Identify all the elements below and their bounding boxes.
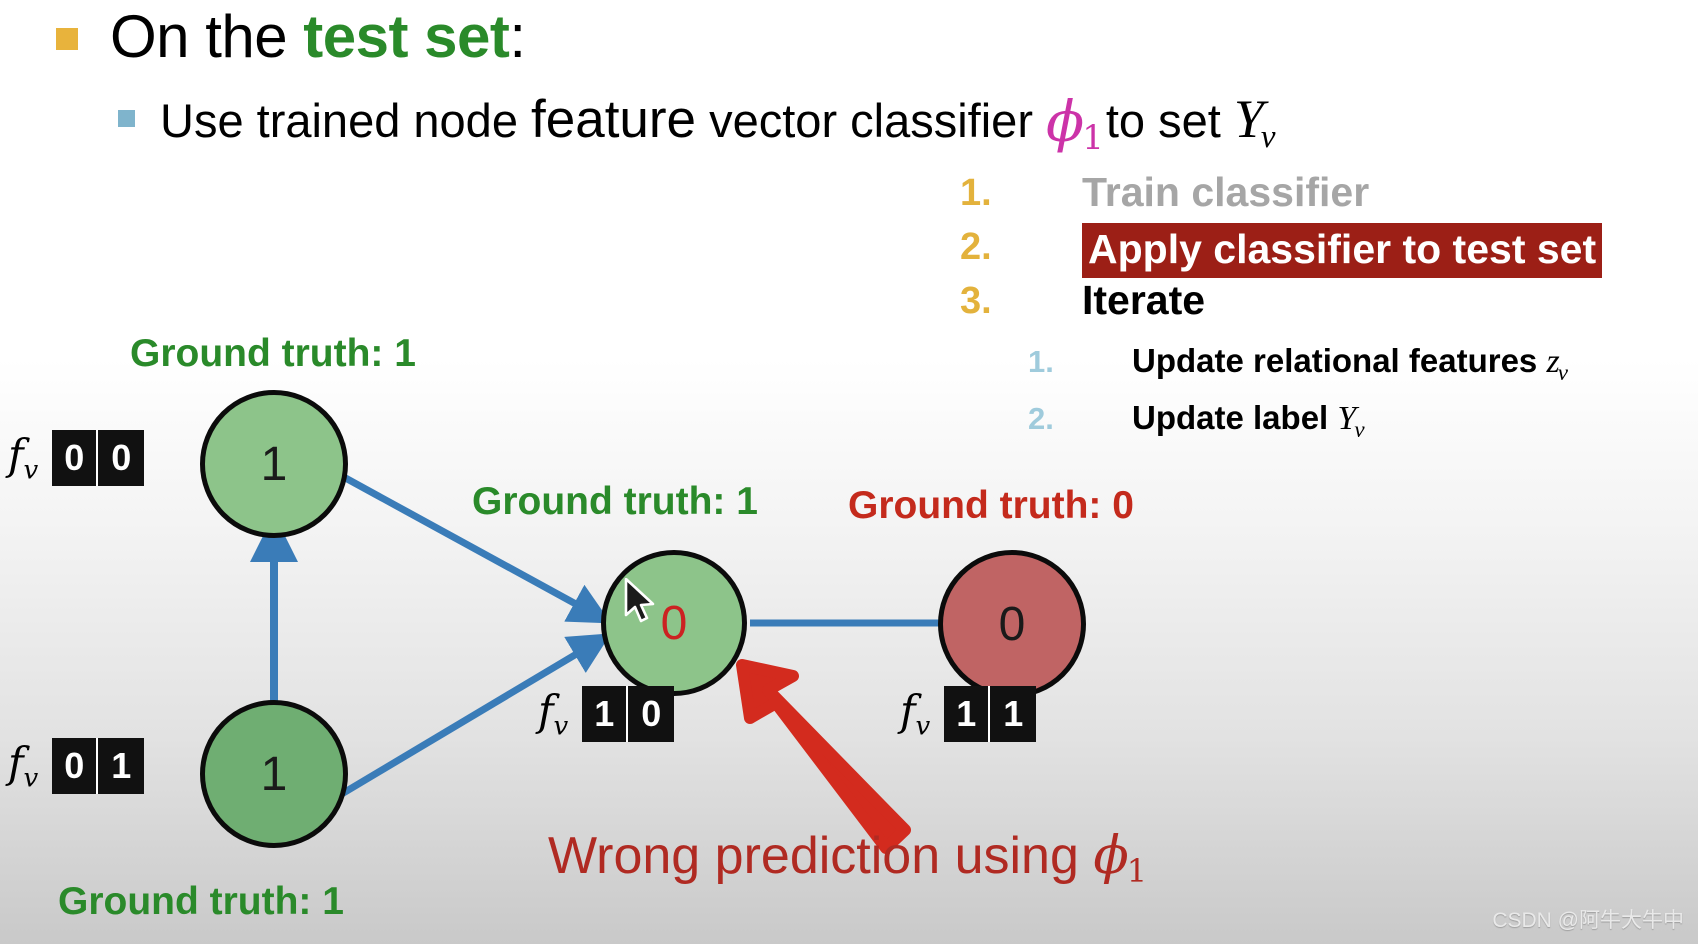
substep-text-2: Update label xyxy=(1132,399,1338,436)
substep-text-1: Update relational features xyxy=(1132,342,1547,379)
heading-prefix: On the xyxy=(110,3,304,70)
graph-node-center[interactable]: 0 xyxy=(601,550,747,696)
graph-node-center-value: 0 xyxy=(660,596,688,650)
wrong-prediction-arrow-icon xyxy=(736,659,911,854)
watermark: CSDN @阿牛大牛中 xyxy=(1492,909,1684,932)
bullet-square-level1-icon xyxy=(56,28,78,50)
graph-node-top-left[interactable]: 1 xyxy=(200,390,348,538)
step-number-1: 1. xyxy=(960,172,992,214)
substep-label-update-relational-features: Update relational features zv xyxy=(1132,342,1570,385)
ground-truth-label-center: Ground truth: 1 xyxy=(472,480,758,523)
step-item-3: 3. Iterate xyxy=(960,277,1698,334)
subtitle-part1: Use trained node xyxy=(160,94,532,147)
feature-cell: 1 xyxy=(944,686,991,742)
subtitle-feature-word: feature xyxy=(531,90,697,149)
feature-vector-right: fv 1 1 xyxy=(900,686,1037,742)
step-number-3: 3. xyxy=(960,280,992,322)
substep-number-1: 1. xyxy=(1028,344,1054,379)
subtitle: Use trained node feature vector classifi… xyxy=(160,86,1279,160)
heading-suffix: : xyxy=(509,3,526,70)
feature-cell: 1 xyxy=(582,686,629,742)
feature-cell: 0 xyxy=(52,738,99,794)
step-item-2: 2. Apply classifier to test set xyxy=(960,223,1698,280)
feature-vector-center-cells: 1 0 xyxy=(582,686,675,742)
wrong-prediction-caption-text: Wrong prediction using xyxy=(548,827,1094,885)
phi-subscript: 1 xyxy=(1082,118,1104,158)
mouse-cursor-icon xyxy=(624,578,655,623)
step-item-1: 1. Train classifier xyxy=(960,169,1698,226)
feature-cell: 1 xyxy=(990,686,1037,742)
graph-node-bottom-left[interactable]: 1 xyxy=(200,700,348,848)
feature-vector-top-left-cells: 0 0 xyxy=(52,430,145,486)
feature-cell: 0 xyxy=(628,686,675,742)
step-label-apply-classifier: Apply classifier to test set xyxy=(1082,223,1603,278)
feature-vector-right-cells: 1 1 xyxy=(944,686,1037,742)
slide-canvas: On the test set: Use trained node featur… xyxy=(0,0,1698,944)
label-symbol: Y xyxy=(1233,89,1264,149)
substep-item-2: 2. Update label Yv xyxy=(960,399,1698,458)
step-label-train-classifier: Train classifier xyxy=(1082,169,1370,215)
graph-node-right-value: 0 xyxy=(998,597,1026,651)
node-label-subscript: v xyxy=(1354,417,1365,442)
ground-truth-label-bottom-left: Ground truth: 1 xyxy=(58,880,344,923)
graph-node-bottom-left-value: 1 xyxy=(260,747,288,801)
relational-feature-subscript: v xyxy=(1557,360,1568,385)
caption-phi-subscript: 1 xyxy=(1126,852,1148,890)
feature-cell: 0 xyxy=(98,430,145,486)
substep-label-update-label: Update label Yv xyxy=(1132,399,1367,442)
subtitle-part2: vector classifier xyxy=(696,94,1047,147)
feature-vector-right-subscript: v xyxy=(915,711,931,742)
feature-vector-right-symbol: fv xyxy=(900,686,931,742)
wrong-prediction-caption: Wrong prediction using ϕ1 xyxy=(548,826,1149,890)
feature-vector-bottom-left-cells: 0 1 xyxy=(52,738,145,794)
substep-item-1: 1. Update relational features zv xyxy=(960,342,1698,401)
phi-symbol: ϕ xyxy=(1046,90,1085,155)
ground-truth-label-right: Ground truth: 0 xyxy=(848,484,1134,527)
label-subscript: v xyxy=(1260,119,1276,155)
feature-cell: 1 xyxy=(98,738,145,794)
steps-panel: 1. Train classifier 2. Apply classifier … xyxy=(960,169,1698,458)
step-number-2: 2. xyxy=(960,226,992,268)
graph-node-top-left-value: 1 xyxy=(260,437,288,491)
bullet-square-level2-icon xyxy=(118,110,135,127)
caption-phi-symbol: ϕ xyxy=(1093,826,1129,886)
feature-vector-bottom-left: fv 0 1 xyxy=(8,738,145,794)
feature-vector-top-left: fv 0 0 xyxy=(8,430,145,486)
step-label-iterate: Iterate xyxy=(1082,277,1206,323)
substep-number-2: 2. xyxy=(1028,401,1054,436)
feature-vector-bottom-left-symbol: fv xyxy=(8,738,39,794)
feature-vector-top-left-subscript: v xyxy=(23,455,39,486)
graph-node-right[interactable]: 0 xyxy=(938,550,1086,698)
feature-vector-center: fv 1 0 xyxy=(538,686,675,742)
feature-cell: 0 xyxy=(52,430,99,486)
heading-emphasis: test set xyxy=(303,3,510,70)
subtitle-part3: to set xyxy=(1105,94,1234,147)
feature-vector-center-subscript: v xyxy=(553,711,569,742)
feature-vector-center-symbol: fv xyxy=(538,686,569,742)
page-title: On the test set: xyxy=(110,0,526,74)
ground-truth-label-top-left: Ground truth: 1 xyxy=(130,332,416,375)
feature-vector-bottom-left-subscript: v xyxy=(23,763,39,794)
feature-vector-top-left-symbol: fv xyxy=(8,430,39,486)
